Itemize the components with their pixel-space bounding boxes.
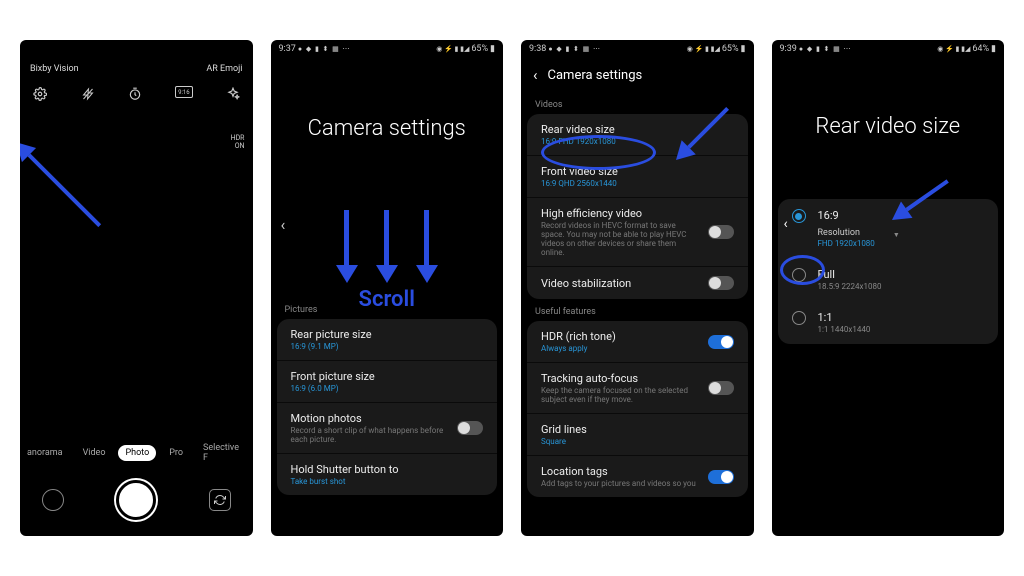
list-item-gridlines[interactable]: Grid linesSquare [527,414,748,456]
status-bar [20,40,253,58]
list-item-hold-shutter[interactable]: Hold Shutter button toTake burst shot [277,454,498,495]
viewfinder[interactable] [20,108,253,434]
mode-video[interactable]: Video [76,445,113,461]
page-title: Rear video size [772,58,1005,151]
screen-settings-top: 9:37 ● ◆ ▮ ⬍ ▦ ⋯ ◉ ⚡ ▮ ▮◢ 65% ▮ Camera s… [271,40,504,536]
annotation-scroll: Scroll [271,210,504,312]
mode-panorama[interactable]: anorama [20,445,70,461]
gear-icon[interactable] [32,86,48,102]
status-bar: 9:39 ● ◆ ▮ ⬍ ▦ ⋯ ◉ ⚡ ▮ ▮◢ 64% ▮ [772,40,1005,58]
shutter-button[interactable] [116,480,156,520]
toggle[interactable] [708,381,734,395]
switch-camera-icon[interactable] [209,489,231,511]
toggle[interactable] [708,225,734,239]
option-16-9[interactable]: 16:9 Resolution FHD 1920x1080 ▼ [778,199,999,258]
list-item-tracking-af[interactable]: Tracking auto-focusKeep the camera focus… [527,363,748,414]
toggle[interactable] [708,335,734,349]
status-bar: 9:37 ● ◆ ▮ ⬍ ▦ ⋯ ◉ ⚡ ▮ ▮◢ 65% ▮ [271,40,504,58]
gallery-thumbnail[interactable] [42,489,64,511]
title-row: ‹ Camera settings [521,58,754,92]
screen-settings-videos: 9:38 ● ◆ ▮ ⬍ ▦ ⋯ ◉ ⚡ ▮ ▮◢ 65% ▮ ‹ Camera… [521,40,754,536]
radio-selected-icon[interactable] [792,209,806,223]
camera-icon-row: 9:16 [20,80,253,108]
ar-emoji-link[interactable]: AR Emoji [206,64,242,74]
back-button[interactable]: ‹ [533,66,538,84]
option-1-1[interactable]: 1:1 1:1 1440x1440 [778,301,999,344]
option-full[interactable]: Full 18.5:9 2224x1080 [778,258,999,301]
chevron-down-icon[interactable]: ▼ [893,231,900,239]
list-item-motion-photos[interactable]: Motion photosRecord a short clip of what… [277,403,498,454]
page-title: Camera settings [271,58,504,153]
list-item-front-picture[interactable]: Front picture size16:9 (6.0 MP) [277,361,498,403]
settings-list-videos: Rear video size16:9 FHD 1920x1080 Front … [527,114,748,299]
aspect-options: 16:9 Resolution FHD 1920x1080 ▼ Full 18.… [778,199,999,344]
radio-icon[interactable] [792,311,806,325]
mode-photo[interactable]: Photo [118,445,156,461]
mode-selective[interactable]: Selective F [196,440,252,466]
list-item-hdr[interactable]: HDR (rich tone)Always apply [527,321,748,363]
filters-icon[interactable] [225,86,241,102]
toggle[interactable] [708,276,734,290]
mode-selector[interactable]: anorama Video Photo Pro Selective F [20,434,253,472]
bixby-vision-link[interactable]: Bixby Vision [30,64,79,74]
radio-icon[interactable] [792,268,806,282]
page-title: Camera settings [548,68,643,83]
hdr-badge: HDRON [231,135,245,150]
aspect-ratio-icon[interactable]: 9:16 [175,86,193,98]
timer-icon[interactable] [127,86,143,102]
camera-top-links: Bixby Vision AR Emoji [20,58,253,80]
settings-list-features: HDR (rich tone)Always apply Tracking aut… [527,321,748,497]
section-header: Useful features [521,299,754,321]
flash-icon[interactable] [80,86,96,102]
screen-rear-video-size: 9:39 ● ◆ ▮ ⬍ ▦ ⋯ ◉ ⚡ ▮ ▮◢ 64% ▮ Rear vid… [772,40,1005,536]
list-item-rear-video[interactable]: Rear video size16:9 FHD 1920x1080 [527,114,748,156]
shutter-row [20,472,253,536]
list-item-location[interactable]: Location tagsAdd tags to your pictures a… [527,456,748,497]
list-item-rear-picture[interactable]: Rear picture size16:9 (9.1 MP) [277,319,498,361]
toggle[interactable] [708,470,734,484]
status-bar: 9:38 ● ◆ ▮ ⬍ ▦ ⋯ ◉ ⚡ ▮ ▮◢ 65% ▮ [521,40,754,58]
mode-pro[interactable]: Pro [162,445,190,461]
list-item-hevc[interactable]: High efficiency videoRecord videos in HE… [527,198,748,267]
list-item-stabilization[interactable]: Video stabilization [527,267,748,299]
settings-list: Rear picture size16:9 (9.1 MP) Front pic… [277,319,498,495]
toggle[interactable] [457,421,483,435]
screen-camera: Bixby Vision AR Emoji 9:16 HDRON anorama… [20,40,253,536]
list-item-front-video[interactable]: Front video size16:9 QHD 2560x1440 [527,156,748,198]
section-header: Videos [521,92,754,114]
back-button[interactable]: ‹ [784,216,788,232]
